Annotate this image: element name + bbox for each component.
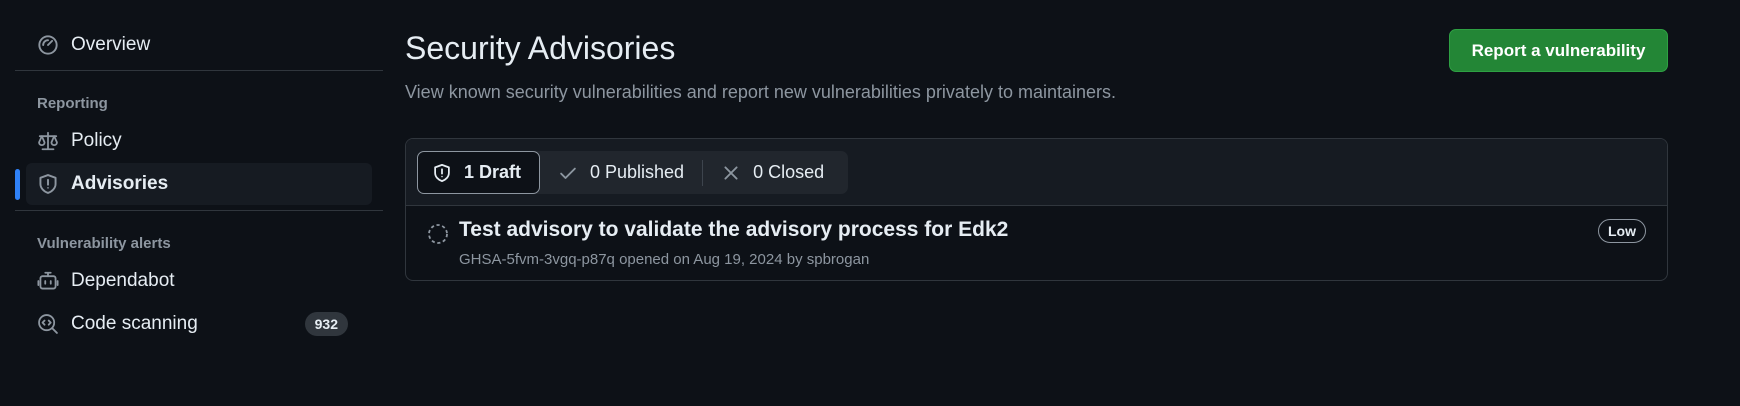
report-vulnerability-button[interactable]: Report a vulnerability	[1449, 29, 1668, 72]
filter-label: 0 Closed	[753, 162, 825, 182]
dependabot-icon	[37, 270, 59, 292]
page-subtitle: View known security vulnerabilities and …	[405, 82, 1117, 102]
law-icon	[37, 130, 59, 152]
x-icon	[721, 163, 741, 183]
state-filter-segmented-control: 1 Draft 0 Published 0 Closed	[417, 151, 848, 194]
filter-closed[interactable]: 0 Closed	[703, 151, 842, 194]
sidebar-item-label: Overview	[71, 34, 151, 55]
sidebar-item-code-scanning[interactable]: Code scanning 932	[15, 303, 372, 345]
sidebar-item-label: Dependabot	[71, 270, 175, 291]
code-scanning-count-badge: 932	[304, 312, 348, 336]
sidebar-divider	[15, 70, 383, 71]
sidebar-item-advisories[interactable]: Advisories	[15, 163, 372, 205]
shield-icon	[37, 173, 59, 195]
page: Overview Reporting Policy Advisories Vul…	[0, 0, 1740, 406]
section-title-vulnerability-alerts: Vulnerability alerts	[37, 235, 171, 252]
sidebar-divider	[15, 210, 383, 211]
filter-published[interactable]: 0 Published	[540, 151, 702, 194]
sidebar-item-label: Policy	[71, 130, 122, 151]
filter-label: 0 Published	[590, 162, 685, 182]
severity-badge: Low	[1598, 219, 1646, 243]
filter-draft[interactable]: 1 Draft	[417, 151, 540, 194]
advisories-list: 1 Draft 0 Published 0 Closed Test adviso…	[405, 138, 1668, 281]
advisory-title-link[interactable]: Test advisory to validate the advisory p…	[459, 218, 1008, 242]
sidebar-item-policy[interactable]: Policy	[15, 120, 372, 162]
filter-label: 1 Draft	[464, 162, 522, 182]
advisories-list-header: 1 Draft 0 Published 0 Closed	[406, 139, 1667, 206]
sidebar-item-label: Advisories	[71, 173, 169, 194]
list-item: Test advisory to validate the advisory p…	[406, 206, 1667, 280]
page-title: Security Advisories	[405, 30, 676, 66]
sidebar-item-label: Code scanning	[71, 313, 198, 334]
draft-circle-icon	[427, 223, 449, 245]
advisory-meta: GHSA-5fvm-3vgq-p87q opened on Aug 19, 20…	[459, 251, 870, 268]
section-title-reporting: Reporting	[37, 95, 108, 112]
sidebar-nav: Overview Reporting Policy Advisories Vul…	[15, 24, 383, 345]
sidebar-item-dependabot[interactable]: Dependabot	[15, 260, 372, 302]
codescan-icon	[37, 313, 59, 335]
meter-icon	[37, 34, 59, 56]
sidebar-item-overview[interactable]: Overview	[15, 24, 372, 66]
shield-icon	[432, 163, 452, 183]
check-icon	[558, 163, 578, 183]
